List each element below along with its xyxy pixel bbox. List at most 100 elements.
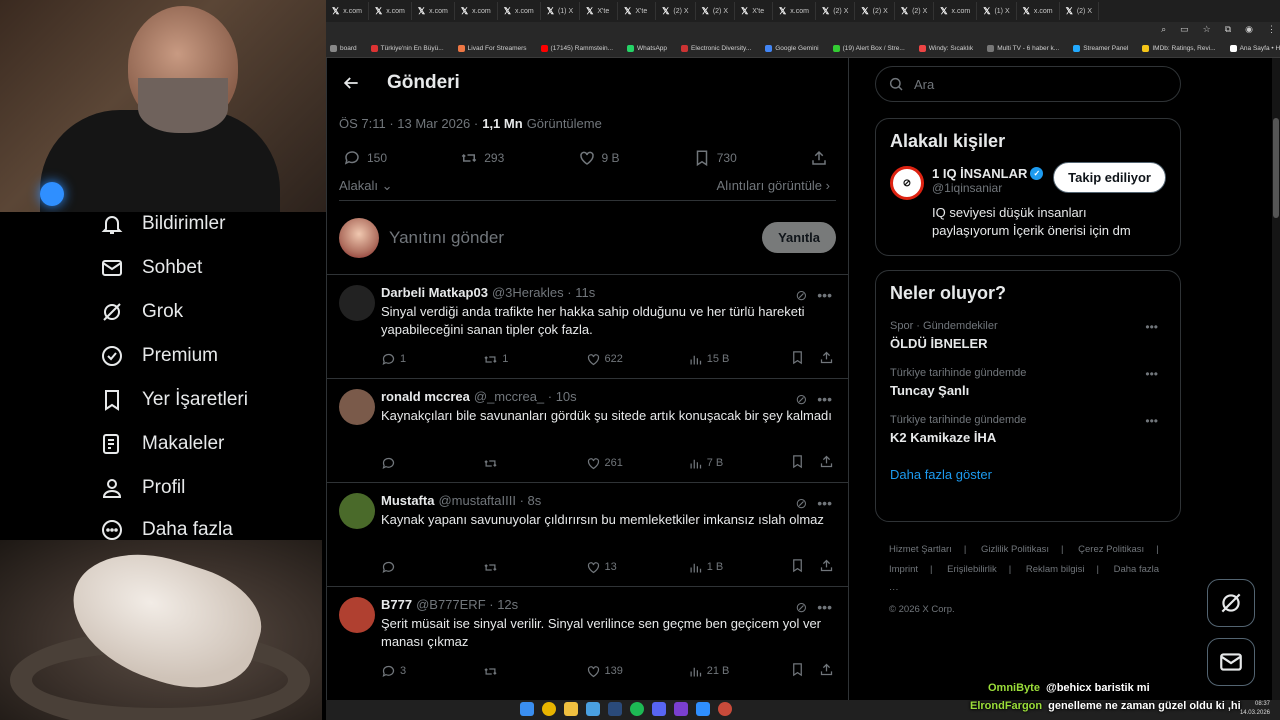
bookmark-action[interactable] bbox=[790, 350, 805, 368]
tweet-author-name[interactable]: Darbeli Matkap03 bbox=[381, 285, 488, 300]
share-action[interactable] bbox=[819, 558, 834, 576]
footer-link-cookies[interactable]: Çerez Politikası bbox=[1078, 544, 1144, 555]
browser-tab[interactable]: 𝕏x.com bbox=[773, 2, 816, 20]
nav-item-bildirimler[interactable]: Bildirimler bbox=[100, 212, 225, 236]
like-action[interactable]: 13 bbox=[586, 558, 646, 576]
share-action[interactable] bbox=[819, 662, 834, 680]
browser-tab[interactable]: 𝕏 (1) X bbox=[977, 2, 1017, 20]
like-action[interactable]: 139 bbox=[586, 662, 646, 680]
footer-link-imprint[interactable]: Imprint bbox=[889, 564, 918, 575]
bookmark-stat[interactable]: 730 bbox=[693, 149, 737, 167]
browser-tab[interactable]: 𝕏x.com bbox=[498, 2, 541, 20]
avatar[interactable] bbox=[339, 493, 375, 529]
repost-action[interactable] bbox=[483, 454, 543, 472]
show-more-link[interactable]: Daha fazla göster bbox=[890, 467, 1166, 482]
grok-fab-button[interactable] bbox=[1207, 579, 1255, 627]
browser-tab[interactable]: 𝕏x.com bbox=[412, 2, 455, 20]
bookmark-item[interactable]: Multi TV - 6 haber k... bbox=[987, 45, 1059, 52]
browser-tab[interactable]: 𝕏x.com bbox=[455, 2, 498, 20]
extensions-icon[interactable]: ⧉ bbox=[1225, 24, 1231, 35]
app-icon[interactable] bbox=[696, 702, 710, 716]
profile-icon[interactable]: ◉ bbox=[1245, 24, 1253, 35]
reply-action[interactable]: 3 bbox=[381, 662, 441, 680]
views-action[interactable]: 21 B bbox=[688, 662, 748, 680]
browser-tab[interactable]: 𝕏 (2) X bbox=[696, 2, 735, 20]
reply-action[interactable] bbox=[381, 558, 441, 576]
browser-tab[interactable]: 𝕏 X'te bbox=[735, 2, 773, 20]
footer-link-terms[interactable]: Hizmet Şartları bbox=[889, 544, 952, 555]
bookmark-item[interactable]: (19) Alert Box / Stre... bbox=[832, 45, 905, 52]
browser-menu-icon[interactable]: ⋮ bbox=[1267, 24, 1276, 35]
more-options-icon[interactable]: ••• bbox=[1145, 320, 1158, 334]
more-options-icon[interactable]: ••• bbox=[817, 599, 832, 616]
reply-tweet[interactable]: ronald mccrea @_mccrea_ · 10s Kaynakçıları… bbox=[327, 378, 848, 482]
steam-icon[interactable] bbox=[608, 702, 622, 716]
browser-tab[interactable]: 𝕏 X'te bbox=[580, 2, 619, 20]
bookmark-item[interactable]: Türkiye'nin En Büyü... bbox=[370, 45, 444, 52]
avatar[interactable] bbox=[339, 597, 375, 633]
reply-input[interactable]: Yanıtını gönder bbox=[389, 228, 752, 248]
chrome-icon[interactable] bbox=[542, 702, 556, 716]
nav-item-makaleler[interactable]: Makaleler bbox=[100, 432, 224, 456]
browser-tab[interactable]: 𝕏 (2) X bbox=[895, 2, 935, 20]
tweet-author-handle[interactable]: @mustaftaIIII · 8s bbox=[438, 493, 541, 508]
nav-item-grok[interactable]: Grok bbox=[100, 300, 183, 324]
bookmark-item[interactable]: Windy: Sıcaklık bbox=[918, 45, 973, 52]
browser-tab[interactable]: 𝕏x.com bbox=[369, 2, 412, 20]
tweet-author-handle[interactable]: @_mccrea_ · 10s bbox=[474, 389, 577, 404]
spotify-icon[interactable] bbox=[630, 702, 644, 716]
trend-item[interactable]: Spor · Gündemdekiler ÖLDÜ İBNELER ••• bbox=[890, 320, 1166, 351]
repost-stat[interactable]: 293 bbox=[460, 149, 504, 167]
bookmark-item[interactable]: board bbox=[330, 45, 357, 52]
more-options-icon[interactable]: ••• bbox=[817, 391, 832, 408]
tweet-author-name[interactable]: B777 bbox=[381, 597, 412, 612]
reply-tweet[interactable]: B777 @B777ERF · 12s Şerit müsait ise sinya… bbox=[327, 586, 848, 690]
browser-tab[interactable]: 𝕏 (2) X bbox=[1060, 2, 1099, 20]
like-action[interactable]: 622 bbox=[586, 350, 646, 368]
grok-icon[interactable]: ⊘ bbox=[796, 495, 808, 512]
browser-tab[interactable]: 𝕏 X'te bbox=[618, 2, 657, 20]
view-quotes-link[interactable]: Alıntıları görüntüle › bbox=[717, 178, 830, 200]
bookmark-item[interactable]: IMDb: Ratings, Revi... bbox=[1142, 45, 1216, 52]
star-icon[interactable]: ☆ bbox=[1203, 24, 1211, 35]
nav-item-yer-isaretleri[interactable]: Yer İşaretleri bbox=[100, 388, 248, 412]
browser-tab[interactable]: 𝕏x.com bbox=[326, 2, 369, 20]
share-action[interactable] bbox=[819, 350, 834, 368]
page-scrollbar[interactable] bbox=[1272, 58, 1280, 700]
app-icon[interactable] bbox=[674, 702, 688, 716]
tweet-author-name[interactable]: Mustafta bbox=[381, 493, 434, 508]
bookmark-item[interactable]: Livad For Streamers bbox=[457, 45, 527, 52]
folder-icon[interactable] bbox=[564, 702, 578, 716]
bookmark-action[interactable] bbox=[790, 558, 805, 576]
sort-relevant-dropdown[interactable]: Alakalı ⌄ bbox=[339, 178, 393, 200]
scrollbar-thumb[interactable] bbox=[1273, 118, 1279, 218]
post-time[interactable]: ÖS 7:11 · 13 Mar 2026 · bbox=[339, 116, 478, 131]
like-stat[interactable]: 9 B bbox=[578, 149, 620, 167]
footer-link-more[interactable]: Daha fazla ··· bbox=[889, 564, 1159, 595]
bookmark-item[interactable]: Streamer Panel bbox=[1073, 45, 1128, 52]
browser-tab[interactable]: 𝕏 (2) X bbox=[855, 2, 895, 20]
more-options-icon[interactable]: ••• bbox=[817, 495, 832, 512]
bookmark-action[interactable] bbox=[790, 662, 805, 680]
more-options-icon[interactable]: ••• bbox=[1145, 367, 1158, 381]
tweet-author-handle[interactable]: @3Herakles · 11s bbox=[492, 285, 595, 300]
reply-action[interactable] bbox=[381, 454, 441, 472]
reply-tweet[interactable]: Darbeli Matkap03 @3Herakles · 11s Sinyal v… bbox=[327, 274, 848, 378]
bookmark-item[interactable]: WhatsApp bbox=[627, 45, 667, 52]
app-icon[interactable] bbox=[718, 702, 732, 716]
discord-icon[interactable] bbox=[652, 702, 666, 716]
zoom-icon[interactable]: ⌕ bbox=[1161, 24, 1166, 35]
views-action[interactable]: 15 B bbox=[688, 350, 748, 368]
tweet-author-handle[interactable]: @B777ERF · 12s bbox=[416, 597, 518, 612]
grok-icon[interactable]: ⊘ bbox=[796, 287, 808, 304]
browser-tab[interactable]: 𝕏 (1) X bbox=[541, 2, 581, 20]
more-options-icon[interactable]: ••• bbox=[817, 287, 832, 304]
bookmark-item[interactable]: Ana Sayfa • HBO Max bbox=[1229, 45, 1280, 52]
grok-icon[interactable]: ⊘ bbox=[796, 599, 808, 616]
back-arrow-icon[interactable] bbox=[341, 73, 361, 93]
person-name[interactable]: 1 IQ İNSANLAR bbox=[932, 166, 1027, 181]
trend-item[interactable]: Türkiye tarihinde gündemde Tuncay Şanlı … bbox=[890, 367, 1166, 398]
bookmark-item[interactable]: Electronic Diversity... bbox=[681, 45, 751, 52]
nav-item-sohbet[interactable]: Sohbet bbox=[100, 256, 202, 280]
footer-link-accessibility[interactable]: Erişilebilirlik bbox=[947, 564, 997, 575]
